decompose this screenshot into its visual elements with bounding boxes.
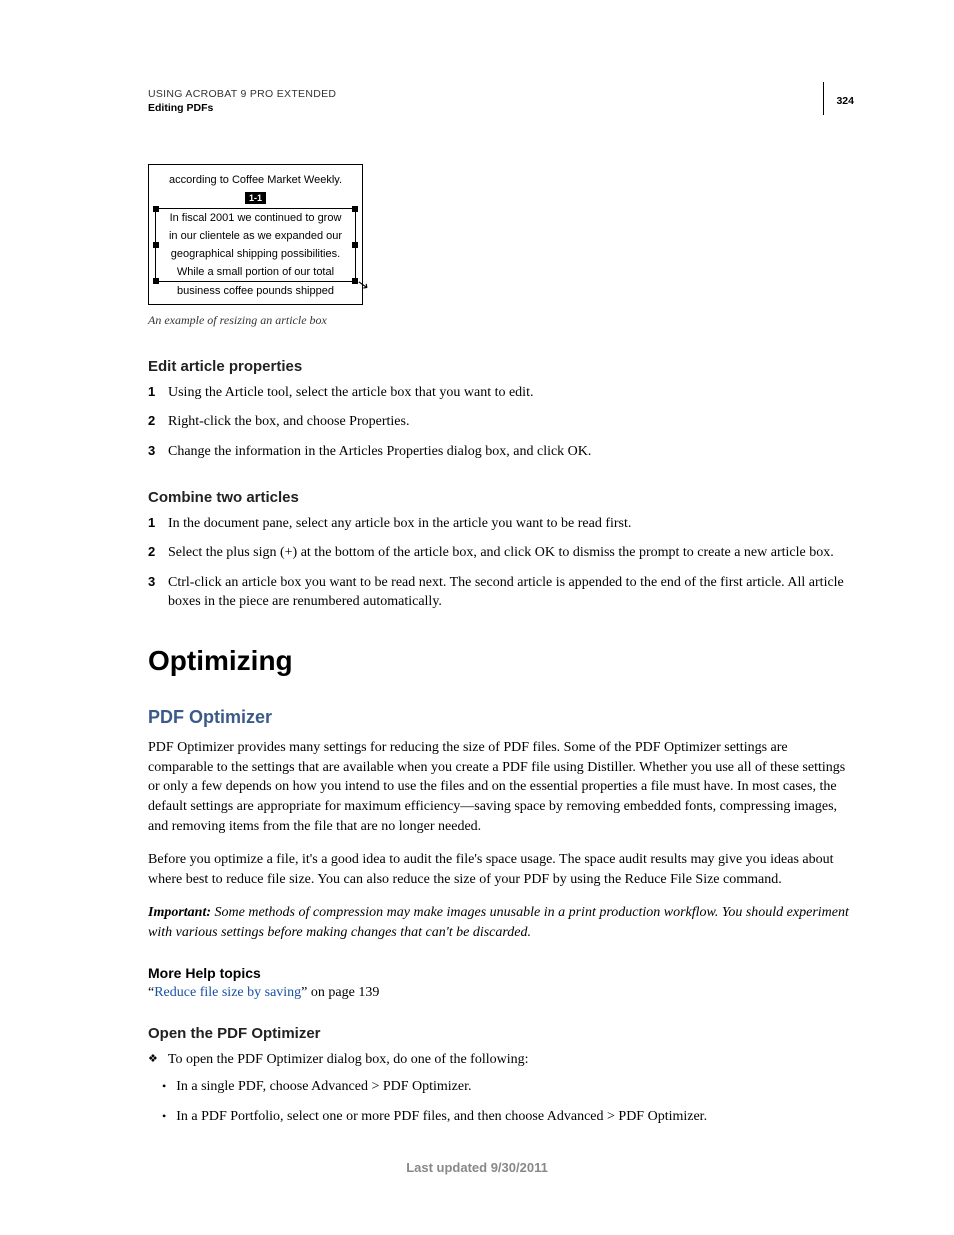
step-item: 1 Using the Article tool, select the arti… bbox=[148, 383, 854, 402]
steps-combine-articles: 1 In the document pane, select any articl… bbox=[148, 514, 854, 611]
list-item: To open the PDF Optimizer dialog box, do… bbox=[148, 1050, 854, 1070]
step-item: 3 Change the information in the Articles … bbox=[148, 442, 854, 461]
step-text: In the document pane, select any article… bbox=[168, 514, 631, 533]
step-number: 2 bbox=[148, 412, 158, 431]
option-list: In a single PDF, choose Advanced > PDF O… bbox=[148, 1077, 854, 1126]
link-reduce-file-size[interactable]: Reduce file size by saving bbox=[154, 985, 301, 1000]
list-text: To open the PDF Optimizer dialog box, do… bbox=[168, 1050, 529, 1070]
figure-top-line: according to Coffee Market Weekly. bbox=[149, 171, 362, 189]
page-number-box: 324 bbox=[823, 82, 854, 115]
step-number: 3 bbox=[148, 442, 158, 461]
heading-edit-article-properties: Edit article properties bbox=[148, 358, 854, 375]
page-number: 324 bbox=[836, 95, 854, 107]
step-text: Ctrl-click an article box you want to be… bbox=[168, 573, 854, 612]
step-number: 3 bbox=[148, 573, 158, 612]
figure-overflow-line: business coffee pounds shipped bbox=[149, 282, 362, 300]
step-item: 2 Select the plus sign (+) at the bottom … bbox=[148, 543, 854, 562]
figure-line: geographical shipping possibilities. bbox=[156, 245, 355, 263]
heading-open-pdf-optimizer: Open the PDF Optimizer bbox=[148, 1025, 854, 1042]
heading-pdf-optimizer: PDF Optimizer bbox=[148, 707, 854, 728]
step-text: Using the Article tool, select the artic… bbox=[168, 383, 533, 402]
figure-caption: An example of resizing an article box bbox=[148, 313, 854, 328]
list-item: In a PDF Portfolio, select one or more P… bbox=[148, 1107, 854, 1127]
figure-line: While a small portion of our total bbox=[156, 263, 355, 281]
figure-line: In fiscal 2001 we continued to grow bbox=[156, 209, 355, 227]
step-number: 2 bbox=[148, 543, 158, 562]
article-box-illustration: according to Coffee Market Weekly. 1-1 I… bbox=[148, 164, 363, 305]
heading-more-help-topics: More Help topics bbox=[148, 965, 854, 981]
important-note: Important: Some methods of compression m… bbox=[148, 903, 854, 942]
step-number: 1 bbox=[148, 514, 158, 533]
important-label: Important: bbox=[148, 905, 211, 920]
heading-combine-two-articles: Combine two articles bbox=[148, 489, 854, 506]
step-text: Select the plus sign (+) at the bottom o… bbox=[168, 543, 834, 562]
step-item: 3 Ctrl-click an article box you want to b… bbox=[148, 573, 854, 612]
paragraph: PDF Optimizer provides many settings for… bbox=[148, 738, 854, 836]
list-item: In a single PDF, choose Advanced > PDF O… bbox=[148, 1077, 854, 1097]
steps-edit-article: 1 Using the Article tool, select the arti… bbox=[148, 383, 854, 461]
paragraph: Before you optimize a file, it's a good … bbox=[148, 850, 854, 889]
page-content: 324 USING ACROBAT 9 PRO EXTENDED Editing… bbox=[0, 0, 954, 1196]
figure-line: in our clientele as we expanded our bbox=[156, 227, 355, 245]
step-item: 1 In the document pane, select any articl… bbox=[148, 514, 854, 533]
step-item: 2 Right-click the box, and choose Propert… bbox=[148, 412, 854, 431]
step-text: Right-click the box, and choose Properti… bbox=[168, 412, 409, 431]
article-badge: 1-1 bbox=[245, 192, 266, 204]
selected-article-box: In fiscal 2001 we continued to grow in o… bbox=[155, 208, 356, 282]
page-footer: Last updated 9/30/2011 bbox=[0, 1160, 954, 1175]
list-text: In a PDF Portfolio, select one or more P… bbox=[176, 1107, 707, 1127]
list-text: In a single PDF, choose Advanced > PDF O… bbox=[176, 1077, 471, 1097]
intro-list: To open the PDF Optimizer dialog box, do… bbox=[148, 1050, 854, 1070]
article-figure: according to Coffee Market Weekly. 1-1 I… bbox=[148, 164, 854, 328]
step-text: Change the information in the Articles P… bbox=[168, 442, 591, 461]
important-text: Some methods of compression may make ima… bbox=[148, 905, 849, 940]
running-head: USING ACROBAT 9 PRO EXTENDED bbox=[148, 88, 854, 100]
step-number: 1 bbox=[148, 383, 158, 402]
help-topic-reference: “Reduce file size by saving” on page 139 bbox=[148, 985, 854, 1001]
chapter-tag: Editing PDFs bbox=[148, 102, 854, 114]
heading-optimizing: Optimizing bbox=[148, 645, 854, 677]
reference-tail: ” on page 139 bbox=[301, 985, 379, 1000]
